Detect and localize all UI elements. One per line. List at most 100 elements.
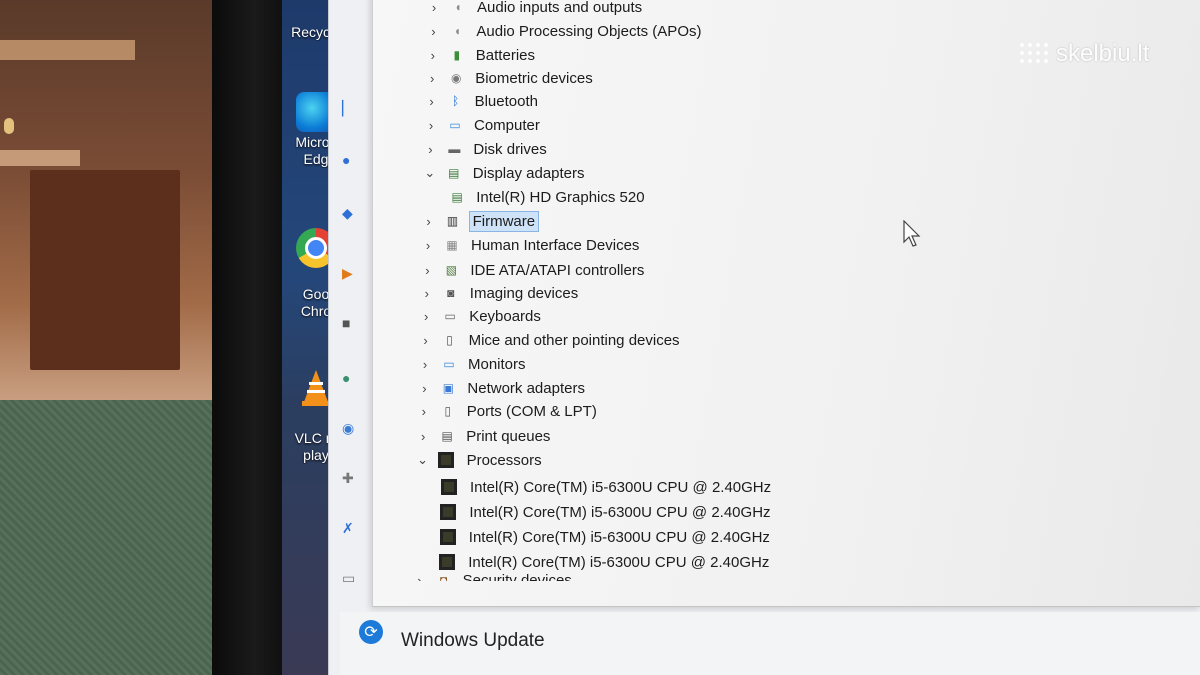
disk-drive-icon: ▬ — [448, 142, 461, 156]
accounts-nav-icon[interactable]: ● — [342, 370, 358, 386]
chevron-right-icon[interactable]: › — [416, 429, 430, 444]
chevron-right-icon[interactable]: › — [426, 24, 440, 39]
device-label: Firmware — [468, 210, 540, 232]
device-label: Intel(R) Core(TM) i5-6300U CPU @ 2.40GHz — [468, 553, 770, 571]
chevron-right-icon[interactable]: › — [417, 381, 431, 396]
device-category[interactable]: › ▦ Human Interface Devices — [421, 234, 642, 256]
processor-icon — [441, 479, 457, 495]
windows-update-label[interactable]: Windows Update — [401, 630, 545, 652]
chevron-right-icon[interactable]: › — [420, 263, 434, 278]
device-label: Computer — [474, 116, 540, 134]
network-nav-icon[interactable]: ◆ — [342, 205, 358, 221]
device-label: Processors — [466, 451, 542, 469]
chevron-right-icon[interactable]: › — [413, 573, 427, 582]
device-category[interactable]: › ▭ Computer — [424, 114, 543, 136]
device-category[interactable]: › ◉ Biometric devices — [425, 67, 596, 89]
speaker-icon: ◖ — [453, 24, 462, 38]
chevron-right-icon[interactable]: › — [425, 94, 439, 109]
display-adapter-icon: ▤ — [448, 166, 460, 180]
chevron-right-icon[interactable]: › — [419, 333, 433, 348]
network-adapter-icon: ▣ — [442, 381, 455, 395]
mouse-cursor-icon — [903, 220, 921, 247]
accessibility-nav-icon[interactable]: ✗ — [342, 520, 358, 536]
device-label: Ports (COM & LPT) — [466, 402, 597, 420]
shelf — [0, 40, 135, 60]
device-label: Keyboards — [469, 307, 541, 325]
time-language-nav-icon[interactable]: ◉ — [342, 420, 358, 436]
device-category[interactable]: › ▭ Keyboards — [419, 305, 544, 327]
chevron-right-icon[interactable]: › — [425, 71, 439, 86]
device-label: Network adapters — [467, 379, 585, 397]
security-icon: ◘ — [439, 573, 448, 587]
device-label: Intel(R) Core(TM) i5-6300U CPU @ 2.40GHz — [468, 528, 770, 546]
biometric-icon: ◉ — [450, 71, 462, 85]
personalization-nav-icon[interactable]: ▶ — [342, 265, 358, 281]
chevron-right-icon[interactable]: › — [421, 238, 435, 253]
apps-nav-icon[interactable]: ■ — [342, 315, 358, 331]
device-category[interactable]: › ▣ Network adapters — [417, 377, 588, 399]
device-category[interactable]: › ◙ Imaging devices — [420, 282, 581, 304]
gaming-nav-icon[interactable]: ✚ — [342, 470, 358, 486]
chevron-right-icon[interactable]: › — [420, 286, 434, 301]
processor-icon — [439, 554, 456, 570]
device-label: Intel(R) Core(TM) i5-6300U CPU @ 2.40GHz — [469, 503, 771, 521]
device-category[interactable]: › ▮ Batteries — [426, 44, 538, 66]
chevron-right-icon[interactable]: › — [418, 357, 432, 372]
chevron-down-icon[interactable]: ⌄ — [423, 165, 437, 181]
watermark: skelbiu.lt — [1020, 40, 1149, 68]
device-item[interactable]: Intel(R) Core(TM) i5-6300U CPU @ 2.40GHz — [439, 526, 773, 548]
bluetooth-nav-icon[interactable]: ● — [342, 152, 358, 168]
laptop-bezel — [212, 0, 282, 675]
device-manager-window: › ◖ Audio inputs and outputs › ◖ Audio Proces… — [372, 0, 1200, 607]
settings-nav-icon[interactable]: ▏ — [342, 100, 358, 116]
device-category[interactable]: › ▥ Firmware — [422, 210, 540, 232]
speaker-icon: ◖ — [454, 0, 462, 14]
device-category[interactable]: › ▭ Monitors — [418, 353, 529, 375]
device-label: Intel(R) HD Graphics 520 — [476, 188, 645, 206]
device-category[interactable]: › ᛒ Bluetooth — [425, 90, 541, 112]
device-label: Imaging devices — [469, 284, 579, 302]
cabinet — [30, 170, 180, 370]
processor-icon — [440, 504, 457, 520]
device-label: Human Interface Devices — [471, 236, 640, 254]
device-label: Batteries — [475, 46, 535, 64]
device-label: Audio inputs and outputs — [477, 0, 643, 16]
device-category[interactable]: ⌄ Processors — [416, 449, 545, 471]
device-item[interactable]: Intel(R) Core(TM) i5-6300U CPU @ 2.40GHz — [440, 501, 773, 523]
device-category[interactable]: › ▬ Disk drives — [423, 138, 549, 160]
device-category[interactable]: › ◘ Security devices — [413, 569, 575, 589]
processor-icon — [437, 452, 454, 468]
ide-controller-icon: ▧ — [445, 263, 458, 277]
computer-icon: ▭ — [449, 118, 461, 132]
privacy-nav-icon[interactable]: ▭ — [342, 570, 358, 586]
device-label: Print queues — [466, 427, 551, 445]
device-label: IDE ATA/ATAPI controllers — [470, 261, 645, 279]
watermark-text: skelbiu.lt — [1056, 40, 1150, 67]
device-label: Security devices — [462, 571, 572, 589]
port-icon: ▯ — [444, 404, 452, 418]
device-category[interactable]: › ▤ Print queues — [416, 425, 553, 447]
chevron-right-icon[interactable]: › — [426, 48, 440, 63]
device-category[interactable]: › ▧ IDE ATA/ATAPI controllers — [420, 259, 647, 281]
bluetooth-icon: ᛒ — [451, 94, 460, 108]
device-category[interactable]: › ▯ Ports (COM & LPT) — [417, 400, 600, 422]
device-label: Intel(R) Core(TM) i5-6300U CPU @ 2.40GHz — [470, 478, 772, 496]
device-category[interactable]: › ◖ Audio inputs and outputs — [427, 0, 645, 18]
chevron-right-icon[interactable]: › — [422, 214, 436, 229]
chevron-right-icon[interactable]: › — [424, 118, 438, 133]
camera-icon: ◙ — [447, 286, 455, 300]
device-category[interactable]: ⌄ ▤ Display adapters — [423, 162, 588, 184]
device-category[interactable]: › ▯ Mice and other pointing devices — [419, 329, 683, 351]
chevron-right-icon[interactable]: › — [419, 309, 433, 324]
chevron-right-icon[interactable]: › — [417, 404, 431, 419]
processor-icon — [439, 529, 456, 545]
rug — [0, 400, 240, 675]
chevron-right-icon[interactable]: › — [423, 142, 437, 157]
windows-update-icon[interactable]: ⟳ — [359, 620, 383, 644]
device-category[interactable]: › ◖ Audio Processing Objects (APOs) — [426, 20, 704, 42]
chevron-down-icon[interactable]: ⌄ — [416, 452, 430, 468]
device-label: Biometric devices — [475, 69, 593, 87]
chevron-right-icon[interactable]: › — [427, 0, 441, 15]
device-item[interactable]: ▤ Intel(R) HD Graphics 520 — [448, 186, 647, 208]
device-item[interactable]: Intel(R) Core(TM) i5-6300U CPU @ 2.40GHz — [441, 476, 774, 498]
